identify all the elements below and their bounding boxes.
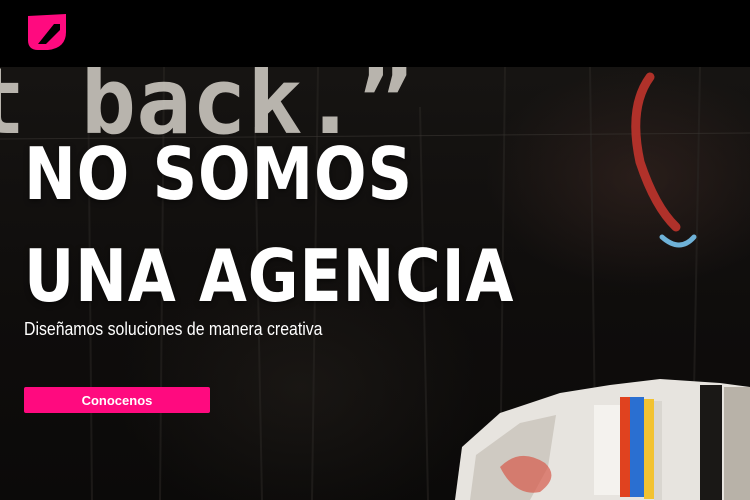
hero-headline: NO SOMOS UNA AGENCIA	[24, 123, 514, 327]
brand-logo-icon[interactable]	[24, 10, 70, 52]
top-bar	[0, 0, 750, 67]
hero-headline-line-1: NO SOMOS	[24, 132, 413, 216]
conocenos-button[interactable]: Conocenos	[24, 387, 210, 413]
hero-headline-line-2: UNA AGENCIA	[24, 234, 515, 318]
hero-banner: t back.” NO SOMOS UNA AGENCIA Diseñamos …	[0, 67, 750, 500]
hero-subtitle: Diseñamos soluciones de manera creativa	[24, 319, 323, 339]
